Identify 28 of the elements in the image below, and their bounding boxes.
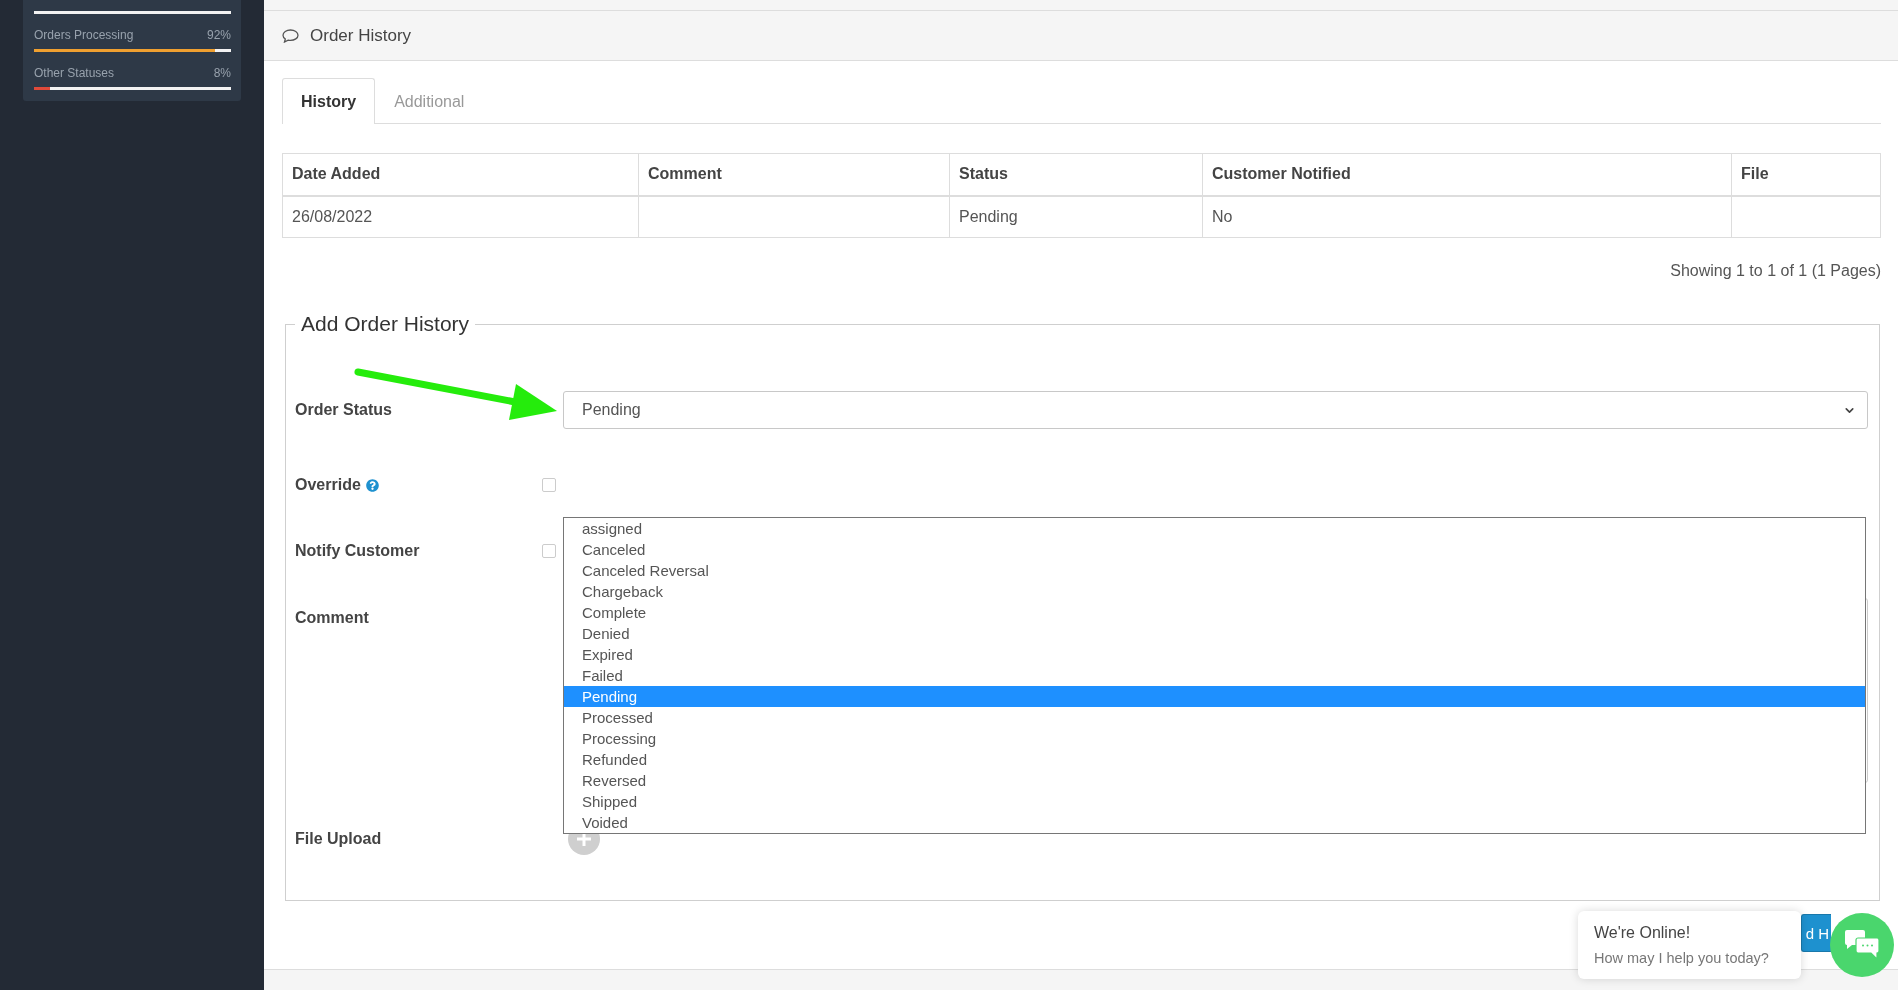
chat-icon — [1845, 930, 1879, 960]
column-header: Customer Notified — [1202, 153, 1732, 196]
chat-message: How may I help you today? — [1594, 949, 1770, 967]
field-label: Order Status — [295, 400, 392, 420]
table-cell: Pending — [949, 195, 1203, 238]
chat-title: We're Online! — [1594, 923, 1692, 943]
column-header: Comment — [638, 153, 950, 196]
status-select[interactable]: Pending — [563, 391, 1868, 429]
submit-button[interactable]: d H — [1800, 914, 1831, 952]
column-header: Status — [949, 153, 1203, 196]
field-label: Override — [295, 475, 361, 495]
field-label: Comment — [295, 608, 369, 628]
tab[interactable]: History — [282, 78, 376, 124]
speech-bubble-icon — [282, 28, 299, 43]
stat-label: Other Statuses — [34, 65, 115, 81]
checkbox[interactable] — [542, 478, 556, 492]
column-header: File — [1731, 153, 1881, 196]
stat-percent: 92% — [206, 27, 231, 43]
stat-percent: 8% — [213, 65, 231, 81]
column-header: Date Added — [282, 153, 639, 196]
checkbox[interactable] — [542, 544, 556, 558]
stat-label: Orders Processing — [34, 27, 134, 43]
field-label: File Upload — [295, 829, 382, 849]
pagination-info: Showing 1 to 1 of 1 (1 Pages) — [1670, 261, 1881, 281]
table-cell: 26/08/2022 — [282, 195, 639, 238]
table-cell: No — [1202, 195, 1732, 238]
field-label: Notify Customer — [295, 541, 420, 561]
panel-title: Order History — [310, 24, 412, 47]
